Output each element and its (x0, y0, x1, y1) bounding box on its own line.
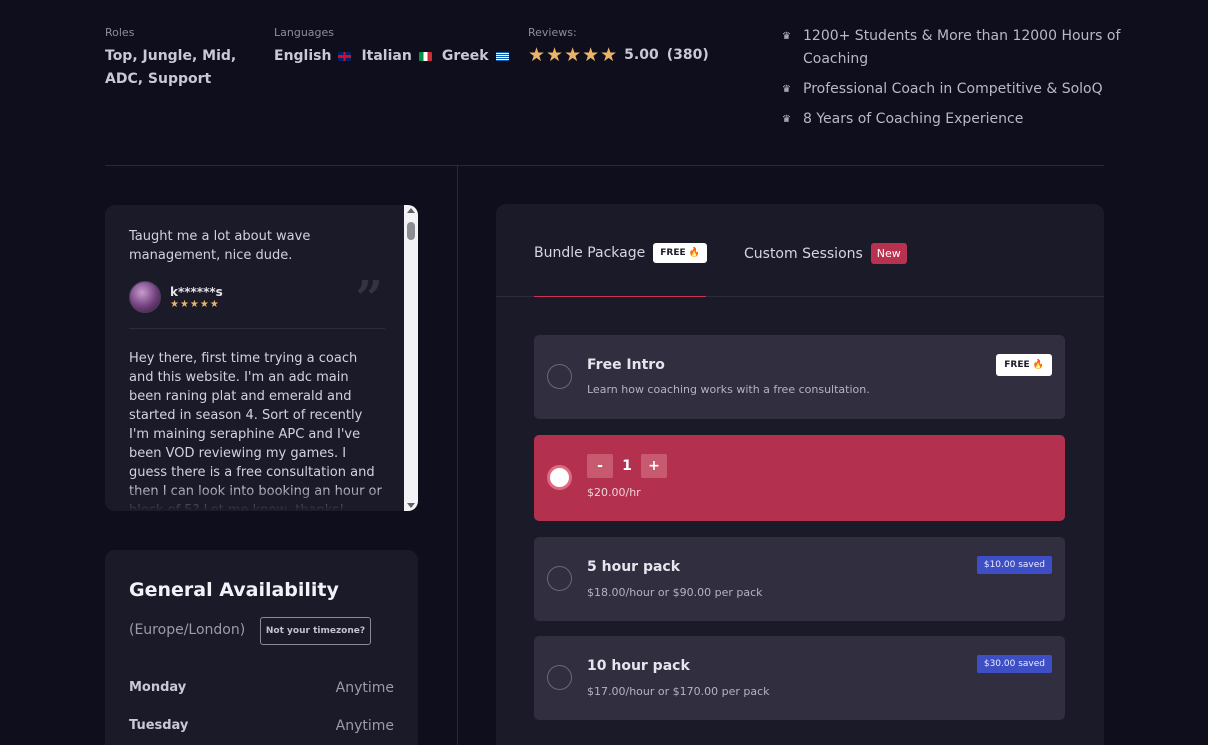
reviewer-name: k******s (170, 284, 223, 299)
active-tab-indicator (534, 296, 706, 297)
crown-icon: ♛ (782, 84, 791, 95)
rating-value: 5.00 (624, 47, 659, 63)
option-description: $18.00/hour or $90.00 per pack (587, 586, 763, 599)
hourly-price: $20.00/hr (587, 486, 641, 499)
scroll-down-icon[interactable] (407, 503, 415, 508)
roles-label: Roles (105, 26, 135, 39)
availability-card: General Availability (Europe/London) Not… (105, 550, 418, 745)
free-badge: FREE 🔥 (996, 354, 1052, 376)
review-separator (129, 328, 385, 329)
fade-overlay (105, 485, 404, 511)
option-title: Free Intro (587, 357, 665, 373)
reviewer: k******s ★★★★★ ” (129, 275, 385, 323)
reviews-summary: ★★★★★ 5.00 (380) (528, 44, 709, 67)
option-description: Learn how coaching works with a free con… (587, 383, 870, 396)
quote-icon: ” (355, 271, 383, 327)
quantity-stepper: - 1 + (587, 454, 667, 478)
scroll-up-icon[interactable] (407, 208, 415, 213)
language-english: English (274, 45, 352, 68)
rating-stars-icon: ★★★★★ (528, 44, 619, 66)
reviewer-stars-icon: ★★★★★ (170, 298, 220, 310)
timezone-label: (Europe/London) (129, 622, 246, 638)
new-badge: New (870, 243, 907, 264)
option-title: 10 hour pack (587, 658, 690, 674)
radio-button[interactable] (547, 364, 572, 389)
option-description: $17.00/hour or $170.00 per pack (587, 685, 770, 698)
languages-label: Languages (274, 26, 335, 39)
booking-tabs: Bundle Package FREE 🔥 Custom Sessions Ne… (496, 204, 1104, 297)
radio-button-selected[interactable] (547, 465, 572, 490)
option-hourly[interactable]: - 1 + $20.00/hr (534, 435, 1065, 521)
option-free-intro[interactable]: Free Intro Learn how coaching works with… (534, 335, 1065, 419)
radio-button[interactable] (547, 566, 572, 591)
language-italian: Italian (361, 45, 432, 68)
column-divider (457, 166, 458, 745)
tab-bundle-package[interactable]: Bundle Package FREE 🔥 (534, 243, 707, 263)
reviews-label: Reviews: (528, 26, 577, 39)
feature-item: ♛ 1200+ Students & More than 12000 Hours… (782, 28, 1121, 67)
greece-flag-icon (495, 52, 509, 61)
section-divider (105, 165, 1104, 166)
uk-flag-icon (338, 52, 352, 61)
feature-item: ♛ 8 Years of Coaching Experience (782, 111, 1024, 127)
avatar (129, 281, 161, 313)
reviews-scroll-panel[interactable]: Taught me a lot about wave management, n… (105, 205, 418, 511)
crown-icon: ♛ (782, 31, 791, 42)
languages-list: English Italian Greek (274, 45, 519, 68)
availability-row: Monday Anytime (129, 680, 394, 696)
italy-flag-icon (418, 52, 432, 61)
language-greek: Greek (442, 45, 509, 68)
coach-summary: Roles Top, Jungle, Mid, ADC, Support Lan… (0, 0, 1208, 166)
availability-row: Tuesday Anytime (129, 718, 394, 734)
feature-item: ♛ Professional Coach in Competitive & So… (782, 81, 1103, 97)
day-availability: Anytime (335, 718, 394, 734)
quantity-value: 1 (622, 458, 632, 474)
roles-line-1: Top, Jungle, Mid, (105, 48, 237, 64)
option-5-hour-pack[interactable]: 5 hour pack $18.00/hour or $90.00 per pa… (534, 537, 1065, 621)
booking-panel: Bundle Package FREE 🔥 Custom Sessions Ne… (496, 204, 1104, 745)
increment-button[interactable]: + (641, 454, 667, 478)
option-title: 5 hour pack (587, 559, 681, 575)
scroll-thumb[interactable] (407, 222, 415, 240)
day-availability: Anytime (335, 680, 394, 696)
review-scrollbar[interactable] (404, 205, 418, 511)
savings-badge: $10.00 saved (976, 556, 1052, 574)
day-name: Monday (129, 680, 187, 695)
day-name: Tuesday (129, 718, 189, 733)
radio-button[interactable] (547, 665, 572, 690)
change-timezone-button[interactable]: Not your timezone? (260, 617, 371, 645)
free-badge: FREE 🔥 (653, 243, 707, 263)
review-text: Taught me a lot about wave management, n… (129, 229, 311, 263)
crown-icon: ♛ (782, 114, 791, 125)
option-10-hour-pack[interactable]: 10 hour pack $17.00/hour or $170.00 per … (534, 636, 1065, 720)
availability-title: General Availability (129, 579, 339, 601)
tab-custom-sessions[interactable]: Custom Sessions New (744, 243, 907, 264)
roles-value: Top, Jungle, Mid, ADC, Support (105, 45, 236, 91)
review-count: (380) (666, 47, 709, 63)
roles-line-2: ADC, Support (105, 71, 212, 87)
decrement-button[interactable]: - (587, 454, 613, 478)
savings-badge: $30.00 saved (976, 655, 1052, 673)
